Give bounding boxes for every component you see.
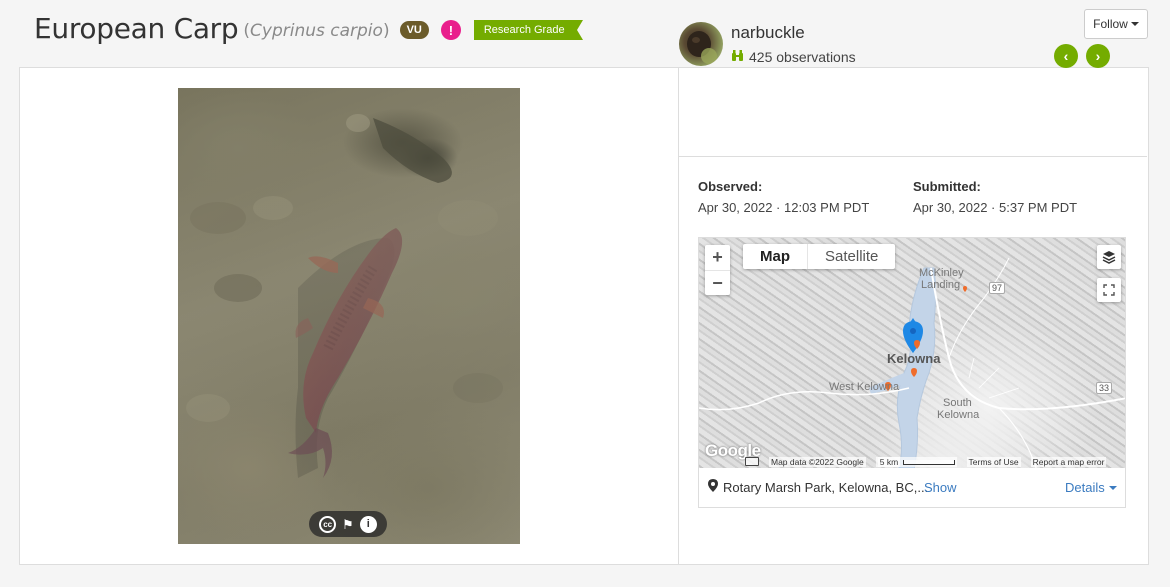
observed-date: Apr 30, 2022 · 12:03 PM PDT <box>698 200 870 215</box>
avatar[interactable] <box>679 22 723 66</box>
highway-33-shield: 33 <box>1096 382 1113 394</box>
chevron-down-icon <box>1108 485 1117 490</box>
map-type-satellite-button[interactable]: Satellite <box>807 244 895 269</box>
scientific-name[interactable]: (Cyprinus carpio) <box>243 21 389 41</box>
highway-97-shield: 97 <box>989 282 1006 294</box>
report-map-error-link[interactable]: Report a map error <box>1030 456 1107 467</box>
map-label-south: South <box>943 397 972 409</box>
observation-photo[interactable]: cc ⚑ i <box>178 88 520 544</box>
map-label-landing: Landing <box>921 279 961 291</box>
map-label-west-kelowna: West Kelowna <box>829 381 900 393</box>
map-type-map-button[interactable]: Map <box>743 244 807 269</box>
location-name: Rotary Marsh Park, Kelowna, BC,... <box>723 480 929 495</box>
observation-header: European Carp (Cyprinus carpio) VU ! Res… <box>34 8 583 48</box>
zoom-controls: + − <box>705 245 730 295</box>
photo-controls: cc ⚑ i <box>309 511 387 537</box>
map-type-toggle: Map Satellite <box>743 244 896 269</box>
next-observation-button[interactable]: › <box>1086 44 1110 68</box>
previous-observation-button[interactable]: ‹ <box>1054 44 1078 68</box>
info-icon[interactable]: i <box>359 515 377 533</box>
fish-photo-image <box>178 88 520 544</box>
chevron-right-icon: › <box>1095 48 1101 64</box>
scientific-name-text: Cyprinus carpio <box>250 20 383 41</box>
flag-icon[interactable]: ⚑ <box>342 518 354 531</box>
follow-button-label: Follow <box>1093 17 1128 31</box>
observation-count-label: 425 observations <box>749 49 856 65</box>
submitted-label: Submitted: <box>913 179 981 194</box>
header-divider <box>678 156 1147 157</box>
observation-count[interactable]: 425 observations <box>731 49 856 65</box>
observer-username[interactable]: narbuckle <box>731 23 805 43</box>
quality-grade-badge: Research Grade <box>473 20 583 40</box>
chevron-down-icon <box>1130 22 1139 26</box>
observed-label: Observed: <box>698 179 763 194</box>
keyboard-shortcuts-icon[interactable] <box>745 457 759 466</box>
panel-divider <box>678 68 679 564</box>
follow-button[interactable]: Follow <box>1084 9 1148 39</box>
map-label-south-kelowna: Kelowna <box>937 409 980 421</box>
map-label-kelowna: Kelowna <box>887 351 941 366</box>
introduced-alert-icon[interactable]: ! <box>440 20 461 40</box>
details-label: Details <box>1065 480 1105 495</box>
map-pin-icon <box>708 479 718 495</box>
submitted-date: Apr 30, 2022 · 5:37 PM PDT <box>913 200 1078 215</box>
layers-icon[interactable] <box>1097 245 1121 269</box>
map-data-credit: Map data ©2022 Google <box>769 456 866 467</box>
map-scale[interactable]: 5 km <box>875 456 957 467</box>
terms-of-use-link[interactable]: Terms of Use <box>966 456 1021 467</box>
binoculars-icon <box>731 49 744 65</box>
zoom-in-button[interactable]: + <box>705 245 730 270</box>
location-row: Rotary Marsh Park, Kelowna, BC,... Show … <box>698 468 1126 508</box>
avatar-image <box>687 31 717 64</box>
page-title: European Carp <box>34 11 239 45</box>
scale-bar <box>902 459 955 465</box>
chevron-left-icon: ‹ <box>1063 48 1069 64</box>
fullscreen-icon[interactable] <box>1097 278 1121 302</box>
conservation-status-badge[interactable]: VU <box>399 21 429 39</box>
details-dropdown[interactable]: Details <box>1065 480 1117 495</box>
show-location-link[interactable]: Show <box>924 480 957 495</box>
zoom-out-button[interactable]: − <box>705 270 730 295</box>
map-attribution: Map data ©2022 Google 5 km Terms of Use … <box>745 455 1107 468</box>
observation-map[interactable]: + − Map Satellite McKinley Landing 97 Ke… <box>698 237 1126 507</box>
map-label-mckinley: McKinley <box>919 267 964 279</box>
creative-commons-icon[interactable]: cc <box>319 515 337 533</box>
